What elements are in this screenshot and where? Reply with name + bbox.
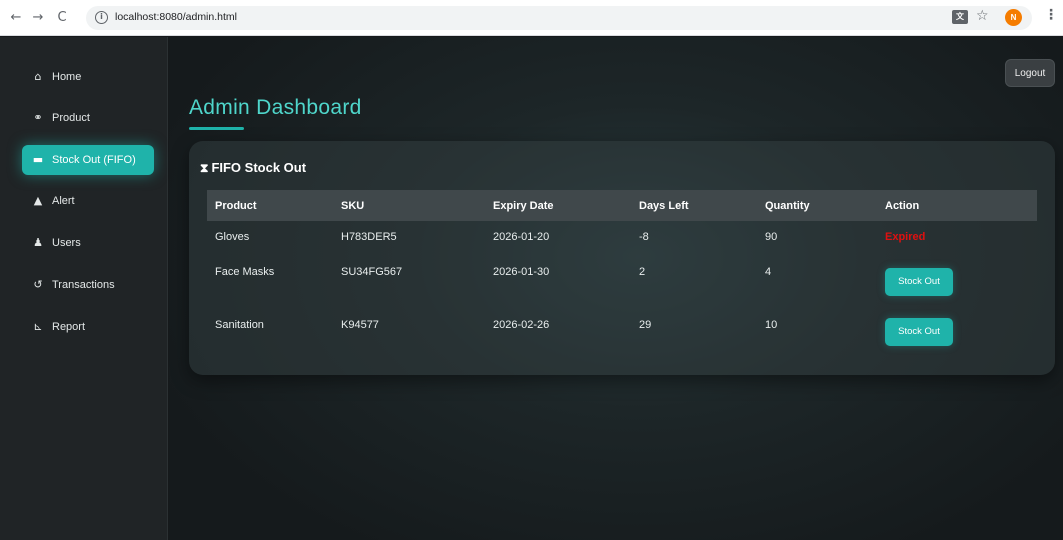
sidebar-item-alert[interactable]: ▲ Alert xyxy=(22,186,154,216)
sidebar-item-home[interactable]: ⌂ Home xyxy=(22,62,154,92)
translate-icon[interactable]: 文 xyxy=(952,10,968,24)
card-title-text: FIFO Stock Out xyxy=(211,160,307,175)
main-content: Logout Admin Dashboard ⧗ FIFO Stock Out P… xyxy=(169,37,1063,540)
sidebar-item-label: Product xyxy=(52,112,90,124)
site-info-icon[interactable]: i xyxy=(95,11,108,24)
product-icon: ⚭ xyxy=(33,111,43,124)
cell-days-left: 29 xyxy=(639,319,652,331)
table-row: Face Masks SU34FG567 2026-01-30 2 4 Stoc… xyxy=(207,253,1037,299)
forward-icon[interactable]: → xyxy=(30,9,46,27)
sidebar-item-report[interactable]: ⊾ Report xyxy=(22,312,154,342)
column-header-action: Action xyxy=(885,200,920,212)
stock-out-button[interactable]: Stock Out xyxy=(885,268,953,296)
column-header-quantity: Quantity xyxy=(765,200,810,212)
sidebar-item-label: Stock Out (FIFO) xyxy=(52,154,136,166)
cell-quantity: 10 xyxy=(765,319,778,331)
cell-quantity: 90 xyxy=(765,231,778,243)
title-underline xyxy=(189,127,244,130)
cell-days-left: -8 xyxy=(639,231,649,243)
cell-quantity: 4 xyxy=(765,266,772,278)
users-icon: ♟ xyxy=(33,236,43,249)
cell-expiry-date: 2026-02-26 xyxy=(493,319,550,331)
reload-icon[interactable]: C xyxy=(54,9,70,27)
table-row: Gloves H783DER5 2026-01-20 -8 90 Expired xyxy=(207,221,1037,253)
browser-menu-icon[interactable]: ⋮ xyxy=(1044,7,1058,23)
profile-avatar[interactable]: N xyxy=(1005,9,1022,26)
bookmark-star-icon[interactable]: ☆ xyxy=(976,8,989,24)
column-header-sku: SKU xyxy=(341,200,365,212)
cell-product: Sanitation xyxy=(215,319,264,331)
sidebar-item-label: Alert xyxy=(52,195,75,207)
sidebar-item-label: Report xyxy=(52,321,86,333)
home-icon: ⌂ xyxy=(34,70,42,83)
sidebar-item-label: Users xyxy=(52,237,81,249)
page-title: Admin Dashboard xyxy=(189,96,362,119)
hourglass-icon: ⧗ xyxy=(200,161,209,175)
column-header-days-left: Days Left xyxy=(639,200,689,212)
expired-status-label: Expired xyxy=(885,231,926,243)
cell-expiry-date: 2026-01-20 xyxy=(493,231,550,243)
cell-expiry-date: 2026-01-30 xyxy=(493,266,550,278)
stock-out-button[interactable]: Stock Out xyxy=(885,318,953,346)
url-text[interactable]: localhost:8080/admin.html xyxy=(115,11,237,23)
sidebar: ⌂ Home ⚭ Product ▬ Stock Out (FIFO) ▲ Alert … xyxy=(0,37,168,540)
sidebar-item-label: Home xyxy=(52,71,82,83)
sidebar-item-label: Transactions xyxy=(52,279,115,291)
column-header-product: Product xyxy=(215,200,257,212)
table-row: Sanitation K94577 2026-02-26 29 10 Stock… xyxy=(207,299,1037,357)
column-header-expiry-date: Expiry Date xyxy=(493,200,554,212)
address-bar[interactable]: i localhost:8080/admin.html xyxy=(86,6,1032,30)
chart-icon: ⊾ xyxy=(33,320,43,333)
card-title: ⧗ FIFO Stock Out xyxy=(200,160,306,176)
back-icon[interactable]: ← xyxy=(8,9,24,27)
logout-button[interactable]: Logout xyxy=(1005,59,1055,87)
sidebar-item-stock-out[interactable]: ▬ Stock Out (FIFO) xyxy=(22,145,154,175)
cell-sku: H783DER5 xyxy=(341,231,397,243)
cell-sku: K94577 xyxy=(341,319,379,331)
table-header: Product SKU Expiry Date Days Left Quanti… xyxy=(207,190,1037,221)
fifo-stock-out-card: ⧗ FIFO Stock Out Product SKU Expiry Date … xyxy=(189,141,1055,375)
browser-toolbar: ← → C i localhost:8080/admin.html 文 ☆ N … xyxy=(0,0,1063,36)
cell-product: Face Masks xyxy=(215,266,275,278)
sidebar-item-transactions[interactable]: ↺ Transactions xyxy=(22,270,154,300)
sidebar-item-product[interactable]: ⚭ Product xyxy=(22,103,154,133)
sidebar-item-users[interactable]: ♟ Users xyxy=(22,228,154,258)
history-icon: ↺ xyxy=(33,278,43,291)
cell-sku: SU34FG567 xyxy=(341,266,403,278)
truck-icon: ▬ xyxy=(32,153,44,166)
cell-product: Gloves xyxy=(215,231,250,243)
warning-icon: ▲ xyxy=(33,194,43,207)
cell-days-left: 2 xyxy=(639,266,646,278)
